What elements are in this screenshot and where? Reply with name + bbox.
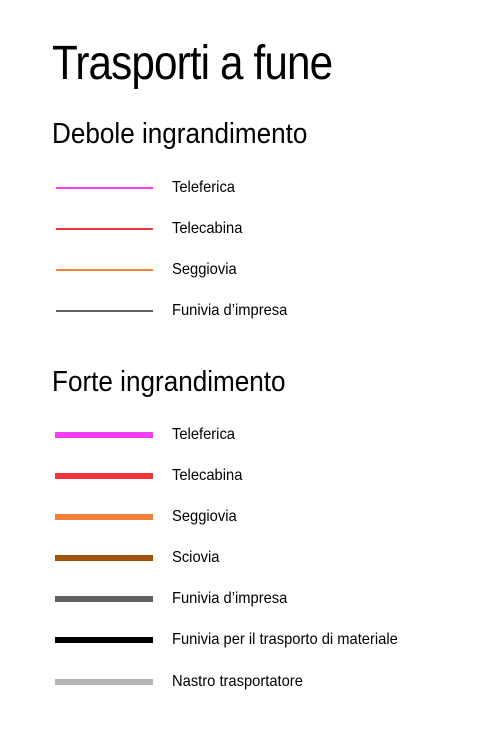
seggiovia-line-swatch: [56, 269, 153, 271]
legend-item-label: Funivia per il trasporto di materiale: [172, 631, 398, 648]
legend-item-label: Teleferica: [172, 179, 236, 196]
legend-item-label: Funivia d’impresa: [172, 302, 288, 319]
seggiovia-line-swatch: [55, 514, 153, 520]
legend-item-high-nastro: Nastro trasportatore: [0, 670, 480, 694]
nastro-trasportatore-line-swatch: [55, 679, 153, 685]
legend-item-high-sciovia: Sciovia: [0, 546, 480, 570]
legend-item-high-funivia-materiale: Funivia per il trasporto di materiale: [0, 628, 480, 652]
legend-item-label: Telecabina: [172, 467, 243, 484]
legend-item-high-teleferica: Teleferica: [0, 423, 480, 447]
teleferica-line-swatch: [56, 187, 153, 189]
legend-title: Trasporti a fune: [52, 37, 333, 90]
legend-item-high-seggiovia: Seggiovia: [0, 505, 480, 529]
teleferica-line-swatch: [55, 432, 153, 438]
legend-item-low-seggiovia: Seggiovia: [0, 258, 480, 282]
funivia-impresa-line-swatch: [55, 596, 153, 602]
legend-item-low-telecabina: Telecabina: [0, 217, 480, 241]
funivia-impresa-line-swatch: [56, 310, 153, 312]
legend-item-label: Funivia d’impresa: [172, 590, 288, 607]
legend-page: { "title": "Trasporti a fune", "low_zoom…: [0, 0, 480, 750]
legend-item-high-telecabina: Telecabina: [0, 464, 480, 488]
low-zoom-heading: Debole ingrandimento: [52, 118, 308, 150]
sciovia-line-swatch: [55, 555, 153, 561]
legend-item-label: Nastro trasportatore: [172, 673, 303, 690]
telecabina-line-swatch: [55, 473, 153, 479]
funivia-materiale-line-swatch: [55, 637, 153, 643]
legend-item-high-funivia-impresa: Funivia d’impresa: [0, 587, 480, 611]
legend-item-label: Sciovia: [172, 549, 220, 566]
high-zoom-heading: Forte ingrandimento: [52, 366, 286, 398]
legend-item-label: Seggiovia: [172, 261, 237, 278]
legend-item-label: Teleferica: [172, 426, 236, 443]
legend-item-low-teleferica: Teleferica: [0, 176, 480, 200]
legend-item-low-funivia-impresa: Funivia d’impresa: [0, 299, 480, 323]
legend-item-label: Telecabina: [172, 220, 243, 237]
legend-item-label: Seggiovia: [172, 508, 237, 525]
telecabina-line-swatch: [56, 228, 153, 230]
